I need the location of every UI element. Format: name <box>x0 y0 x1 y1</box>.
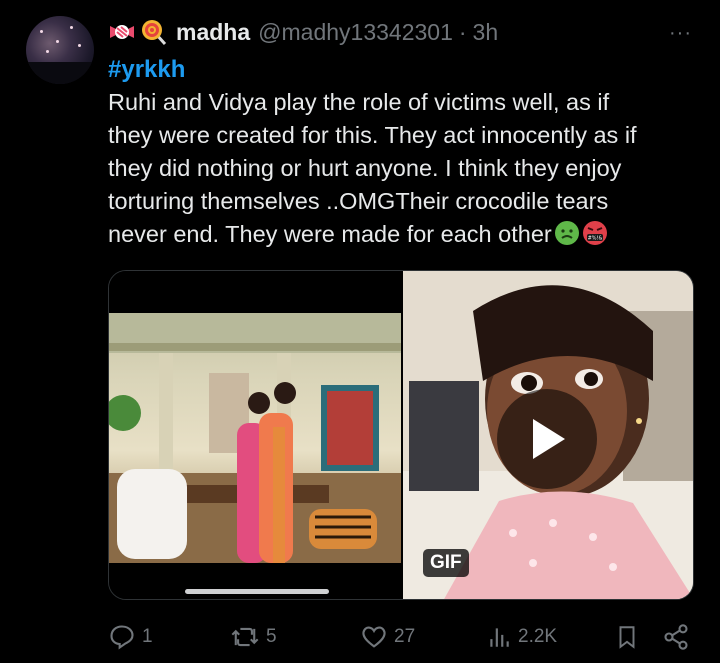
tweet-text-line: they were created for this. They act inn… <box>108 122 637 148</box>
tweet-text-fragment: never end. They were made for each other <box>108 221 552 247</box>
heart-icon <box>362 626 386 648</box>
avatar[interactable] <box>26 16 94 84</box>
play-icon <box>533 419 565 459</box>
nauseated-face-icon <box>554 220 580 246</box>
tweet-text-line: they did nothing or hurt anyone. I think… <box>108 155 622 181</box>
tweet-text-line: Ruhi and Vidya play the role of victims … <box>108 89 610 115</box>
media-video-left[interactable] <box>109 271 401 599</box>
timestamp[interactable]: 3h <box>473 19 499 46</box>
play-button[interactable] <box>497 389 597 489</box>
share-icon <box>664 624 688 650</box>
video-scrubber[interactable] <box>185 589 329 594</box>
share-button[interactable] <box>662 620 696 654</box>
gif-badge: GIF <box>423 549 469 577</box>
display-name[interactable]: madha <box>176 19 250 46</box>
symbols-text: #%!& <box>587 236 602 242</box>
tweet-text: Ruhi and Vidya play the role of victims … <box>108 86 698 251</box>
more-options-icon[interactable]: ··· <box>669 22 692 45</box>
video-thumbnail <box>109 313 401 563</box>
repost-button[interactable]: 5 <box>230 620 277 654</box>
reply-count: 1 <box>142 626 153 647</box>
media-container[interactable]: GIF <box>108 270 694 600</box>
views-count: 2.2K <box>518 626 558 647</box>
candy-icon <box>108 18 136 46</box>
media-gif-right[interactable]: GIF <box>403 271 693 599</box>
face-with-symbols-icon: #%!& <box>582 220 608 246</box>
like-button[interactable]: 27 <box>360 620 415 654</box>
like-count: 27 <box>394 626 416 647</box>
bookmark-button[interactable] <box>614 620 646 654</box>
repost-count: 5 <box>266 626 277 647</box>
views-button[interactable]: 2.2K <box>486 620 557 654</box>
tweet-text-line-last: never end. They were made for each other… <box>108 218 698 251</box>
lollipop-icon <box>140 18 168 46</box>
user-handle[interactable]: @madhy13342301 <box>258 19 453 46</box>
views-icon <box>490 628 509 647</box>
tweet-text-line: torturing themselves ..OMGTheir crocodil… <box>108 188 609 214</box>
reply-icon <box>110 625 134 650</box>
hashtag-link[interactable]: #yrkkh <box>108 56 185 84</box>
bookmark-icon <box>619 626 635 649</box>
tweet-header: madha @madhy13342301 · 3h <box>108 16 498 48</box>
repost-icon <box>231 627 259 647</box>
separator-dot: · <box>458 18 467 45</box>
reply-button[interactable]: 1 <box>108 620 153 654</box>
action-bar: 1 5 27 2.2K <box>108 620 698 654</box>
